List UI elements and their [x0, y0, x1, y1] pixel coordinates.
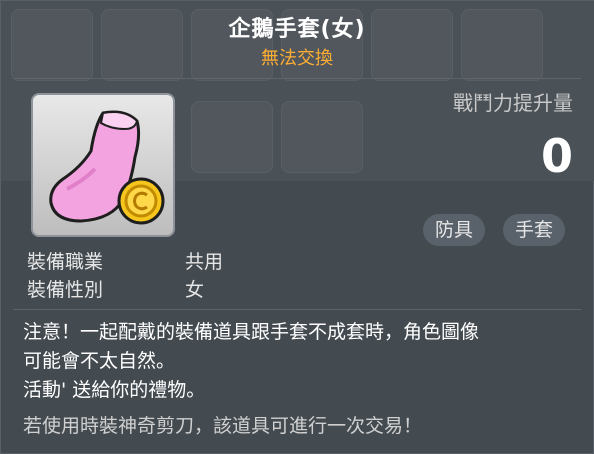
stat-label: 裝備職業	[27, 251, 104, 273]
inventory-tile	[191, 101, 273, 173]
trade-note: 若使用時裝神奇剪刀，該道具可進行一次交易！	[23, 415, 423, 437]
inventory-tile	[281, 101, 363, 173]
combat-power-label: 戰鬥力提升量	[453, 91, 573, 115]
category-tag-gloves: 手套	[503, 214, 566, 246]
item-tooltip: 企鵝手套(女) 無法交換 戰鬥力提升量 0 防具 手套 裝備職業 共用 裝備性別…	[0, 0, 594, 454]
item-icon-frame	[31, 93, 175, 237]
combat-power-value: 0	[540, 129, 573, 183]
item-description: 注意！一起配戴的裝備道具跟手套不成套時，角色圖像 可能會不太自然。 活動' 送給…	[23, 318, 583, 405]
description-line: 活動' 送給你的禮物。	[23, 379, 206, 401]
category-tag-armor: 防具	[423, 214, 486, 246]
description-line: 可能會不太自然。	[23, 350, 176, 372]
stat-row-job: 裝備職業 共用	[27, 247, 223, 274]
stat-value: 女	[185, 279, 205, 301]
divider	[13, 78, 581, 79]
divider	[13, 309, 581, 310]
pink-glove-with-gold-coin-icon	[49, 110, 165, 225]
trade-status: 無法交換	[261, 48, 333, 69]
stat-value: 共用	[185, 251, 224, 273]
stat-label: 裝備性別	[27, 279, 104, 301]
item-name: 企鵝手套(女)	[228, 17, 366, 42]
description-line: 注意！一起配戴的裝備道具跟手套不成套時，角色圖像	[23, 321, 480, 343]
stat-row-gender: 裝備性別 女	[27, 275, 204, 302]
